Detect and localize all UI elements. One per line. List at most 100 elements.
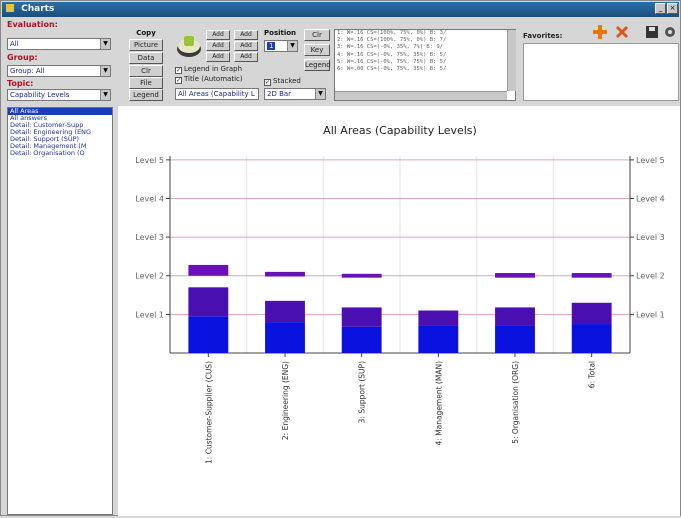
checkbox-icon[interactable]: ✓ — [264, 79, 271, 86]
title-auto-checkbox[interactable]: ✓ Title (Automatic) — [175, 75, 243, 84]
legend-in-graph-checkbox[interactable]: ✓ Legend in Graph — [175, 65, 242, 74]
topic-combo[interactable]: Capability Levels ▼ — [7, 89, 111, 101]
nav-button-2[interactable]: Add — [234, 41, 258, 51]
charts-window: Charts _ × Evaluation: All ▼ Group: Grou… — [0, 0, 681, 516]
picture-button[interactable]: Picture — [129, 39, 163, 51]
bar-segment — [571, 302, 612, 325]
x-tick-label: 2: Engineering (ENG) — [281, 361, 290, 440]
y-tick-label: Level 4 — [135, 194, 164, 203]
bar-segment — [495, 325, 535, 353]
close-button[interactable]: × — [667, 3, 678, 14]
delete-favorite-icon[interactable] — [615, 25, 629, 39]
bar-segment — [341, 307, 382, 327]
chevron-down-icon[interactable]: ▼ — [100, 66, 110, 76]
bar-segment — [418, 310, 459, 326]
legend-button[interactable]: Legend — [129, 89, 163, 101]
bar-segment — [188, 264, 229, 276]
bar-segment — [188, 287, 229, 317]
clr-button[interactable]: Clr — [129, 65, 163, 77]
code-line[interactable]: 6: W=.00 CS=(-0%, 75%, 35%) B: 5/ — [335, 66, 515, 73]
evaluation-combo[interactable]: All ▼ — [7, 38, 111, 50]
bar-segment — [265, 271, 305, 277]
bar-segment — [188, 316, 229, 353]
topic-combo-value: Capability Levels — [10, 91, 70, 99]
bar-chart: All Areas (Capability Levels) Level 1 Leve… — [135, 124, 665, 464]
favorites-list[interactable] — [523, 43, 679, 101]
chevron-down-icon[interactable]: ▼ — [100, 39, 110, 49]
chart-type-combo[interactable]: 2D Bar ▼ — [264, 88, 326, 100]
x-tick-label: 5: Organisation (ORG) — [511, 361, 520, 444]
evaluation-label: Evaluation: — [7, 20, 58, 29]
checkbox-icon[interactable]: ✓ — [175, 77, 182, 84]
group-combo-value: Group: All — [10, 67, 45, 75]
nav-button-1[interactable]: Add — [234, 30, 258, 40]
settings-icon[interactable] — [664, 26, 676, 38]
bar-segment — [341, 326, 382, 353]
legend-in-graph-label: Legend in Graph — [184, 65, 243, 73]
legend2-button[interactable]: Legend — [304, 59, 331, 71]
y-tick-label-right: Level 1 — [636, 310, 665, 319]
bar-segment — [495, 307, 535, 326]
stacked-label: Stacked — [273, 77, 301, 85]
key-button[interactable]: Key — [304, 44, 330, 56]
chart-title: All Areas (Capability Levels) — [323, 124, 477, 137]
palette-icon[interactable] — [175, 33, 203, 59]
code-line[interactable]: 1: W=.16 CS=(100%, 75%, 0%) B: 3/ — [335, 30, 515, 37]
x-tick-label: 1: Customer-Supplier (CUS) — [204, 361, 213, 464]
position-spinner[interactable]: 1 ▼ — [264, 40, 298, 52]
bar-segment — [495, 273, 535, 278]
add-button-3[interactable]: Add — [206, 52, 230, 62]
bar-segment — [571, 273, 612, 278]
nav-button-3[interactable]: Add — [234, 52, 258, 62]
vertical-scrollbar[interactable] — [507, 30, 516, 91]
minimize-button[interactable]: _ — [655, 3, 666, 14]
y-tick-label-right: Level 2 — [636, 272, 665, 281]
code-line[interactable]: 2: W=.16 CS=(100%, 75%, 0%) B: 7/ — [335, 37, 515, 44]
data-button[interactable]: Data — [129, 52, 163, 64]
bar-segment — [265, 300, 305, 323]
y-tick-label-right: Level 3 — [636, 233, 665, 242]
stacked-checkbox[interactable]: ✓ Stacked — [264, 77, 301, 86]
checkbox-icon[interactable]: ✓ — [175, 67, 182, 74]
favorites-label: Favorites: — [523, 32, 563, 40]
code-line[interactable]: 3: W=.16 CS=(-0%, 35%, 7%) B: 9/ — [335, 44, 515, 51]
areas-list[interactable]: All Areas All answers Detail: Customer-Sup… — [7, 107, 113, 515]
horizontal-scrollbar[interactable] — [335, 91, 507, 100]
title-auto-label: Title (Automatic) — [184, 75, 243, 83]
y-tick-label: Level 5 — [135, 156, 164, 165]
y-tick-label: Level 2 — [135, 272, 164, 281]
chart-area: All Areas (Capability Levels) Level 1 Leve… — [118, 106, 680, 516]
title-combo[interactable]: All Areas (Capability L — [175, 88, 259, 100]
evaluation-combo-value: All — [10, 40, 19, 48]
clr2-button[interactable]: Clr — [304, 29, 330, 41]
code-line[interactable]: 4: W=.16 CS=(-0%, 75%, 35%) B: 5/ — [335, 52, 515, 59]
chart-type-value: 2D Bar — [267, 90, 292, 98]
y-tick-label: Level 1 — [135, 310, 164, 319]
title-combo-value: All Areas (Capability L — [178, 90, 255, 98]
window-title: Charts — [21, 4, 55, 14]
x-tick-label: 3: Support (SUP) — [358, 361, 367, 423]
topic-label: Topic: — [7, 79, 34, 88]
file-button[interactable]: File — [129, 77, 163, 89]
y-tick-label-right: Level 5 — [636, 156, 665, 165]
bar-segment — [418, 325, 459, 353]
y-tick-label-right: Level 4 — [636, 194, 665, 203]
group-combo[interactable]: Group: All ▼ — [7, 65, 111, 77]
code-line[interactable]: 5: W=.16 CS=(-0%, 75%, 75%) B: 5/ — [335, 59, 515, 66]
chevron-down-icon[interactable]: ▼ — [100, 90, 110, 100]
y-tick-label: Level 3 — [135, 233, 164, 242]
group-label: Group: — [7, 53, 38, 62]
title-bar[interactable]: Charts — [2, 2, 679, 17]
chevron-down-icon[interactable]: ▼ — [315, 89, 325, 99]
x-tick-label: 4: Management (MAN) — [434, 361, 443, 446]
chevron-down-icon[interactable]: ▼ — [287, 41, 297, 51]
save-icon[interactable] — [646, 26, 658, 38]
add-favorite-icon[interactable] — [593, 25, 607, 39]
copy-label: Copy — [136, 29, 156, 37]
add-button-1[interactable]: Add — [206, 30, 230, 40]
x-tick-label: 6: Total — [588, 361, 597, 388]
position-value: 1 — [267, 42, 276, 50]
add-button-2[interactable]: Add — [206, 41, 230, 51]
bar-segment — [265, 322, 305, 353]
list-item[interactable]: Detail: Organisation (O — [8, 150, 112, 157]
